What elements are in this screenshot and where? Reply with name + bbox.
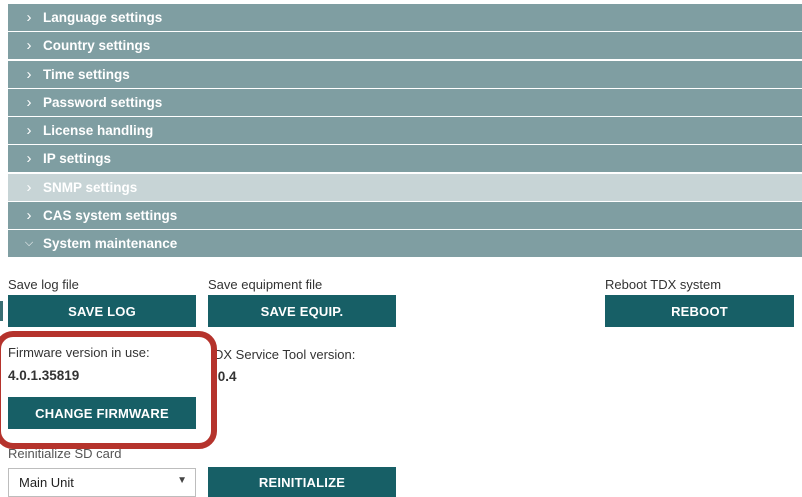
menu-item-system-maintenance[interactable]: ⌵ System maintenance bbox=[8, 230, 802, 257]
menu-item-label: License handling bbox=[43, 123, 154, 138]
chevron-right-icon: › bbox=[26, 122, 32, 139]
chevron-right-icon: › bbox=[26, 206, 32, 224]
unit-select[interactable]: Main Unit ▼ bbox=[8, 468, 196, 497]
settings-menu: › Language settings › Country settings ›… bbox=[8, 4, 802, 258]
unit-select-value: Main Unit bbox=[19, 475, 74, 490]
menu-item-password-settings[interactable]: › Password settings bbox=[8, 88, 802, 116]
service-tool-version-label: DX Service Tool version: bbox=[214, 347, 356, 362]
save-equipment-button[interactable]: SAVE EQUIP. bbox=[208, 295, 396, 327]
menu-item-ip-settings[interactable]: › IP settings bbox=[8, 145, 802, 173]
chevron-right-icon: › bbox=[26, 37, 32, 55]
chevron-down-icon: ⌵ bbox=[24, 237, 34, 249]
menu-item-license-handling[interactable]: › License handling bbox=[8, 117, 802, 144]
chevron-right-icon: › bbox=[26, 65, 32, 83]
menu-item-label: Time settings bbox=[43, 66, 130, 82]
chevron-right-icon: › bbox=[26, 93, 32, 111]
firmware-highlight-box bbox=[0, 331, 217, 449]
reboot-label: Reboot TDX system bbox=[605, 277, 722, 292]
menu-item-label: Password settings bbox=[43, 94, 163, 110]
chevron-right-icon: › bbox=[26, 178, 32, 196]
menu-item-label: Country settings bbox=[43, 38, 151, 54]
menu-item-label: SNMP settings bbox=[43, 179, 138, 195]
section-marker bbox=[0, 301, 3, 321]
reinitialize-button[interactable]: REINITIALIZE bbox=[208, 467, 396, 497]
menu-item-snmp-settings[interactable]: › SNMP settings bbox=[8, 173, 802, 201]
menu-item-cas-system-settings[interactable]: › CAS system settings bbox=[8, 201, 802, 229]
reboot-button[interactable]: REBOOT bbox=[605, 295, 794, 327]
menu-item-label: CAS system settings bbox=[43, 207, 178, 223]
save-equipment-label: Save equipment file bbox=[208, 277, 323, 292]
menu-item-label: System maintenance bbox=[43, 236, 178, 251]
menu-item-time-settings[interactable]: › Time settings bbox=[8, 60, 802, 88]
save-log-label: Save log file bbox=[8, 277, 79, 292]
service-tool-version-value: .0.4 bbox=[214, 369, 237, 384]
menu-item-language-settings[interactable]: › Language settings bbox=[8, 4, 802, 31]
chevron-right-icon: › bbox=[26, 150, 32, 168]
menu-item-label: IP settings bbox=[43, 151, 112, 167]
save-log-button[interactable]: SAVE LOG bbox=[8, 295, 196, 327]
menu-item-country-settings[interactable]: › Country settings bbox=[8, 32, 802, 60]
menu-item-label: Language settings bbox=[43, 10, 163, 25]
chevron-down-icon: ▼ bbox=[177, 475, 187, 486]
chevron-right-icon: › bbox=[26, 9, 32, 26]
